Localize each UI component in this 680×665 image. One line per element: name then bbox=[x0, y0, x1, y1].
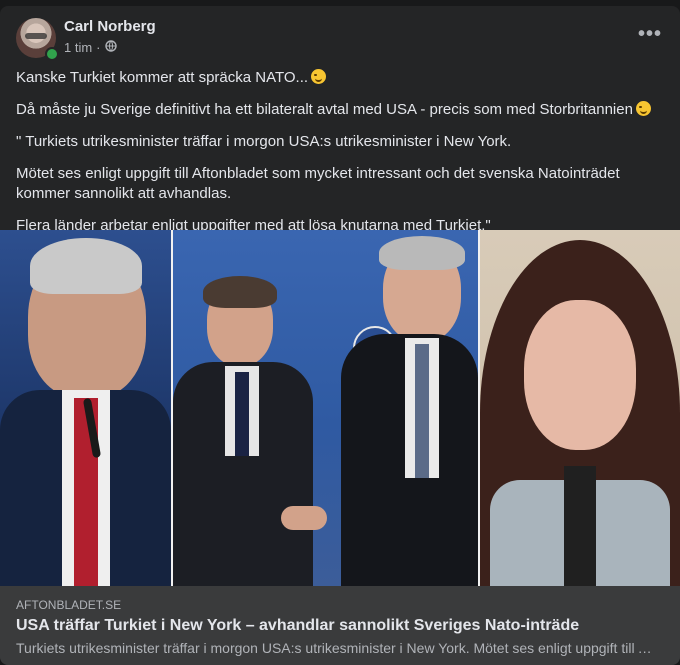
photo-panel-middle bbox=[173, 230, 478, 586]
link-preview-card[interactable]: AFTONBLADET.SE USA träffar Turkiet i New… bbox=[0, 586, 680, 665]
photo-panel-right bbox=[480, 230, 680, 586]
post-paragraph: Då måste ju Sverige definitivt ha ett bi… bbox=[16, 100, 666, 120]
post-body: Kanske Turkiet kommer att spräcka NATO..… bbox=[16, 68, 666, 248]
more-options-icon[interactable]: ••• bbox=[636, 24, 664, 52]
link-preview-image[interactable] bbox=[0, 230, 680, 586]
online-status-indicator bbox=[45, 47, 59, 61]
author-name[interactable]: Carl Norberg bbox=[64, 18, 156, 35]
post-card: Carl Norberg 1 tim · ••• Kanske Turkiet … bbox=[0, 6, 680, 665]
photo-panel-left bbox=[0, 230, 171, 586]
post-meta: 1 tim · bbox=[64, 40, 117, 55]
post-paragraph: Mötet ses enligt uppgift till Aftonblade… bbox=[16, 165, 620, 202]
post-header: Carl Norberg 1 tim · ••• bbox=[16, 18, 664, 62]
winking-face-icon bbox=[635, 101, 651, 116]
post-paragraph: " Turkiets utrikesminister träffar i mor… bbox=[16, 133, 512, 150]
link-headline[interactable]: USA träffar Turkiet i New York – avhandl… bbox=[16, 617, 579, 635]
meta-separator: · bbox=[96, 40, 101, 55]
post-timestamp[interactable]: 1 tim bbox=[64, 40, 92, 55]
link-domain: AFTONBLADET.SE bbox=[16, 598, 122, 612]
globe-icon bbox=[104, 40, 117, 55]
winking-face-icon bbox=[311, 69, 327, 84]
link-snippet: Turkiets utrikesminister träffar i morgo… bbox=[16, 640, 656, 656]
post-paragraph: Kanske Turkiet kommer att spräcka NATO..… bbox=[16, 68, 666, 88]
